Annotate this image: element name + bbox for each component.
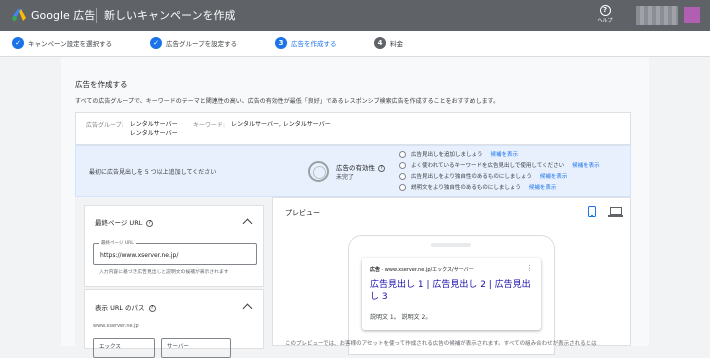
header-divider [96,8,97,23]
keywords-value: レンタルサーバー, レンタルサーバー [231,121,331,128]
ad-strength-label: 広告の有効性? [336,162,385,172]
ad-badge: 広告 [370,267,381,273]
final-url-hint: 入力内容に基づき広告見出しと説明文の候補が表示されます [99,270,229,275]
ad-strength-status: 未完了 [336,174,355,181]
ad-strength-ring-icon [308,161,329,182]
step-label: 広告を作成する [291,40,337,48]
radio-circle-icon [399,183,406,191]
ad-headline[interactable]: 広告見出し 1 | 広告見出し 2 | 広告見出し 3 [370,279,535,303]
step-label: 料金 [390,40,403,48]
ad-strength-message: 最初に広告見出しを 5 つ以上追加してください [89,169,217,176]
path1-value: エックス [99,344,121,350]
final-url-value: https://www.xserver.ne.jp/ [100,252,179,259]
ad-preview-card: 広告 · www.xserver.ne.jp/エックス/サーバー ⋮ 広告見出し… [362,258,541,330]
step-number: 4 [374,37,386,49]
keywords-label: キーワード: [193,122,226,129]
ad-description: 説明文 1。 説明文 2。 [370,314,432,321]
tip-item: よく使われているキーワードを広告見出しで使用してください 候補を表示 [399,161,600,169]
show-suggestions-link[interactable]: 候補を表示 [540,172,568,180]
ad-group-value: レンタルサーバー [129,121,178,128]
step-label: キャンペーン設定を選択する [28,40,113,48]
more-vert-icon[interactable]: ⋮ [526,264,533,272]
radio-circle-icon [399,150,406,158]
preview-panel: プレビュー 広告 · www.xserver.ne.jp/エックス/サーバー ⋮… [272,197,631,355]
final-url-card: 最終ページ URL? 最終ページ URL https://www.xserver… [84,205,264,287]
display-path-header: 表示 URL のパス? [95,302,156,312]
final-url-title: 最終ページ URL [95,219,143,227]
step-billing[interactable]: 4 料金 [374,37,403,49]
tip-text: 広告見出しをより独自性のあるものにしましょう [411,174,532,180]
step-number: 3 [275,37,287,49]
help-icon: ? [599,5,611,16]
help-icon[interactable]: ? [378,164,385,172]
avatar[interactable] [684,7,700,23]
phone-frame: 広告 · www.xserver.ne.jp/エックス/サーバー ⋮ 広告見出し… [348,235,555,355]
chevron-up-icon[interactable] [242,303,253,314]
keywords-info: キーワード: レンタルサーバー, レンタルサーバー [193,120,331,129]
section-subtitle: すべての広告グループで、キーワードのテーマと関連性の高い、広告の有効性が最低「良… [75,98,500,105]
page-title: 新しいキャンペーンを作成 [104,9,236,22]
display-domain: www.xserver.ne.jp [93,323,139,329]
final-url-header: 最終ページ URL? [95,217,154,227]
mobile-icon[interactable] [588,206,596,217]
top-app-bar: Google 広告 新しいキャンペーンを作成 ? ヘルプ [0,0,710,31]
section-title: 広告を作成する [75,80,128,89]
tip-item: 説明文をより独自性のあるものにしましょう 候補を表示 [399,183,556,191]
tip-item: 広告見出しを追加しましょう 候補を表示 [399,150,518,158]
check-icon: ✓ [12,37,24,49]
show-suggestions-link[interactable]: 候補を表示 [491,150,519,158]
ad-strength-panel: 最初に広告見出しを 5 つ以上追加してください 広告の有効性? 未完了 広告見出… [75,145,631,197]
account-info-blurred[interactable] [636,6,678,25]
show-suggestions-link[interactable]: 候補を表示 [529,183,557,191]
ad-group-value: レンタルサーバー [129,130,178,137]
final-url-field-label: 最終ページ URL [99,240,136,246]
display-path-card: 表示 URL のパス? www.xserver.ne.jp エックス サーバー [84,289,264,358]
radio-circle-icon [399,172,406,180]
chevron-up-icon[interactable] [242,218,253,229]
campaign-stepper: ✓ キャンペーン設定を選択する ✓ 広告グループを設定する 3 広告を作成する … [0,31,710,57]
path2-input[interactable]: サーバー [161,338,231,358]
help-icon[interactable]: ? [146,219,154,227]
display-path-title: 表示 URL のパス [95,304,145,312]
path2-value: サーバー [167,344,189,350]
ad-group-summary: 広告グループ: レンタルサーバー レンタルサーバー キーワード: レンタルサーバー, … [75,112,631,145]
ad-group-label: 広告グループ: [86,122,124,129]
brand-name[interactable]: Google 広告 [31,7,95,23]
help-icon[interactable]: ? [148,304,156,312]
show-suggestions-link[interactable]: 候補を表示 [572,161,600,169]
step-ad-group[interactable]: ✓ 広告グループを設定する [150,37,237,49]
phone-speaker [431,243,471,247]
help-button[interactable]: ? ヘルプ [596,5,614,24]
tip-text: よく使われているキーワードを広告見出しで使用してください [411,163,565,169]
ad-url-line: 広告 · www.xserver.ne.jp/エックス/サーバー [370,266,474,273]
ad-group-info: 広告グループ: レンタルサーバー レンタルサーバー [86,120,178,138]
tip-text: 広告見出しを追加しましょう [411,152,483,158]
final-url-field[interactable]: 最終ページ URL https://www.xserver.ne.jp/ [93,240,257,265]
step-create-ad[interactable]: 3 広告を作成する [275,37,337,49]
preview-title: プレビュー [285,209,320,217]
tip-text: 説明文をより独自性のあるものにしましょう [411,185,521,191]
check-icon: ✓ [150,37,162,49]
path1-input[interactable]: エックス [93,338,155,358]
step-campaign-settings[interactable]: ✓ キャンペーン設定を選択する [12,37,112,49]
ad-strength-title: 広告の有効性 [336,164,375,172]
tip-item: 広告見出しをより独自性のあるものにしましょう 候補を表示 [399,172,567,180]
ad-display-url: · www.xserver.ne.jp/エックス/サーバー [381,267,474,273]
step-label: 広告グループを設定する [166,40,238,48]
radio-circle-icon [399,161,406,169]
google-ads-logo-icon [12,9,26,21]
desktop-icon[interactable] [608,207,623,217]
help-label: ヘルプ [597,18,613,24]
